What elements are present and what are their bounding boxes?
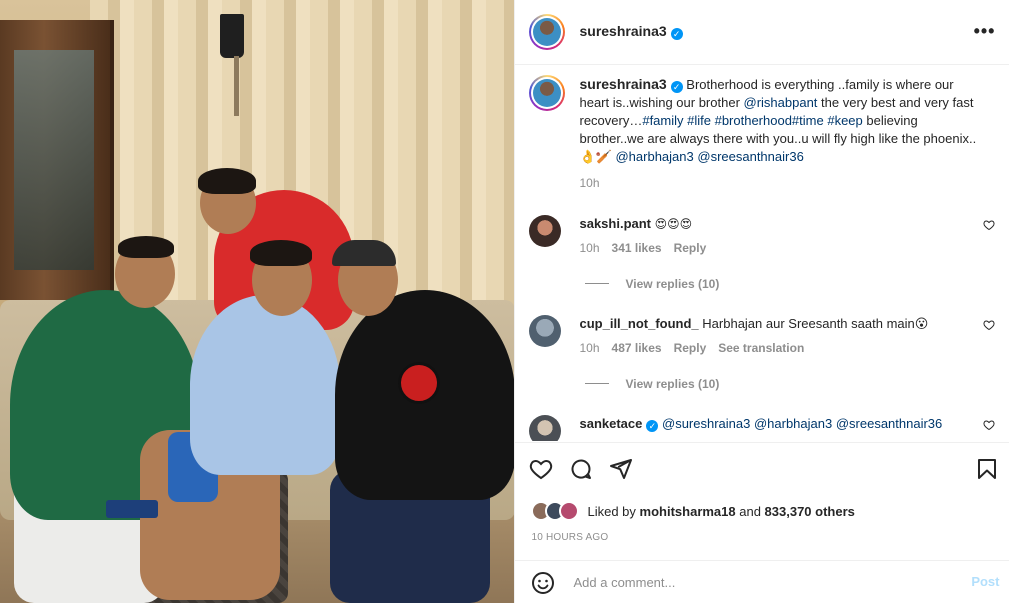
caption-time: 10h [579,176,600,190]
profile-avatar[interactable] [529,14,566,50]
caption: sureshraina3 ✓ Brotherhood is everything … [529,75,995,192]
comment-text: 😍😍😍 [654,217,693,231]
mention-link[interactable]: @rishabpant [744,95,818,110]
comment-username[interactable]: sakshi.pant [579,216,651,231]
bookmark-icon[interactable] [975,457,999,481]
verified-badge-icon: ✓ [670,28,683,40]
verified-badge-icon: ✓ [646,420,659,432]
post-actions: Liked by mohitsharma18 and 833,370 other… [515,442,1009,603]
comment-likes[interactable]: 341 likes [612,241,662,255]
wooden-door [0,20,114,300]
likes-count[interactable]: 833,370 others [765,504,855,519]
more-options-icon[interactable]: ••• [974,21,996,42]
reply-button[interactable]: Reply [674,341,707,355]
comment-input[interactable] [571,574,946,591]
liker-avatar [559,501,580,521]
post-photo[interactable] [0,0,515,603]
comment-username[interactable]: sanketace [579,416,642,431]
hashtag-links[interactable]: #family #life #brotherhood#time #keep [642,113,862,128]
likes-summary: Liked by mohitsharma18 and 833,370 other… [531,501,855,521]
comment-icon[interactable] [569,457,593,481]
instagram-post: sureshraina3 ✓ ••• sureshraina3 ✓ Brotherh… [0,0,1009,603]
add-comment-bar: Post [515,560,1009,604]
comments-scroll-area[interactable]: sureshraina3 ✓ Brotherhood is everything … [515,65,1009,441]
verified-badge-icon: ✓ [670,81,683,93]
comment-item: cup_ill_not_found_ Harbhajan aur Sreesan… [529,315,996,357]
comment-avatar[interactable] [529,215,562,247]
comment-avatar[interactable] [529,315,562,347]
baseball-cap [332,240,396,266]
comment-likes[interactable]: 487 likes [612,341,662,355]
header-username[interactable]: sureshraina3 [579,23,666,39]
view-replies-button[interactable]: View replies (10) [585,377,719,391]
caption-avatar[interactable] [529,75,566,111]
post-timestamp: 10 HOURS AGO [531,532,609,543]
comment-text: Harbhajan aur Sreesanth saath main😮 [702,316,929,331]
mention-link[interactable]: @harbhajan3 [615,149,693,164]
caption-username[interactable]: sureshraina3 [579,76,666,92]
comment-time: 10h [579,341,600,355]
wall-lamp [220,14,244,58]
post-button[interactable]: Post [971,574,999,589]
post-details-panel: sureshraina3 ✓ ••• sureshraina3 ✓ Brotherh… [514,0,1009,603]
comment-avatar[interactable] [529,415,562,441]
see-translation-button[interactable]: See translation [718,341,804,355]
reply-button[interactable]: Reply [674,241,707,255]
comment-item: sanketace ✓ @sureshraina3 @harbhajan3 @sr… [529,415,996,441]
emoji-icon[interactable] [531,571,555,595]
phone [106,500,158,518]
comment-username[interactable]: cup_ill_not_found_ [579,316,698,331]
comment-like-heart-icon[interactable] [983,219,996,231]
post-header: sureshraina3 ✓ ••• [515,0,1009,65]
view-replies-button[interactable]: View replies (10) [585,277,719,291]
person-blue-jacket [190,295,340,475]
comment-like-heart-icon[interactable] [983,319,996,331]
heart-icon[interactable] [529,457,553,481]
header-username-wrap: sureshraina3 ✓ [579,23,683,41]
comment-time: 10h [579,241,600,255]
liked-by-user[interactable]: mohitsharma18 [640,504,736,519]
mention-link[interactable]: @sreesanthnair36 [697,149,803,164]
comment-item: sakshi.pant 😍😍😍 10h 341 likes Reply [529,215,996,257]
comment-text[interactable]: @sureshraina3 @harbhajan3 @sreesanthnair… [662,416,942,431]
comment-like-heart-icon[interactable] [983,419,996,431]
share-icon[interactable] [609,457,633,481]
tshirt-logo [398,362,440,404]
caption-emojis: 👌🏏 [579,149,612,164]
